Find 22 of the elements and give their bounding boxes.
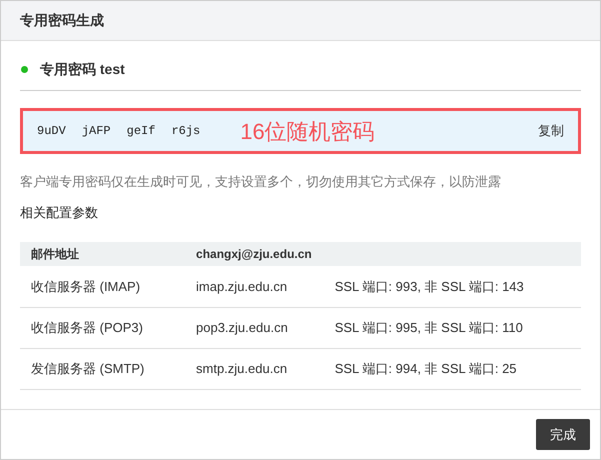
table-cell: SSL 端口: 994, 非 SSL 端口: 25 <box>324 348 581 389</box>
table-cell: SSL 端口: 993, 非 SSL 端口: 143 <box>324 266 581 307</box>
annotation-text: 16位随机密码 <box>240 118 375 146</box>
table-cell: 收信服务器 (IMAP) <box>20 266 186 307</box>
column-header: changxj@zju.edu.cn <box>185 242 581 266</box>
hint-text: 客户端专用密码仅在生成时可见，支持设置多个，切勿使用其它方式保存，以防泄露 <box>20 173 502 191</box>
dialog-title: 专用密码生成 <box>20 11 104 30</box>
password-text: 9uDV <box>37 123 66 140</box>
password-text: jAFP <box>82 123 111 140</box>
password-text: r6js <box>171 123 200 140</box>
table-cell: 发信服务器 (SMTP) <box>20 348 186 389</box>
table-cell: pop3.zju.edu.cn <box>185 307 324 348</box>
password-name: 专用密码 test <box>40 60 125 79</box>
copy-link[interactable]: 复制 <box>538 121 564 141</box>
column-header: 邮件地址 <box>20 242 186 266</box>
done-button[interactable]: 完成 <box>536 418 590 450</box>
table-cell: 收信服务器 (POP3) <box>20 307 186 348</box>
section-title: 相关配置参数 <box>20 204 99 222</box>
table-cell: SSL 端口: 995, 非 SSL 端口: 110 <box>324 307 581 348</box>
table-cell: smtp.zju.edu.cn <box>185 348 324 389</box>
password-text: geIf <box>126 123 156 140</box>
table-cell: imap.zju.edu.cn <box>185 266 324 307</box>
